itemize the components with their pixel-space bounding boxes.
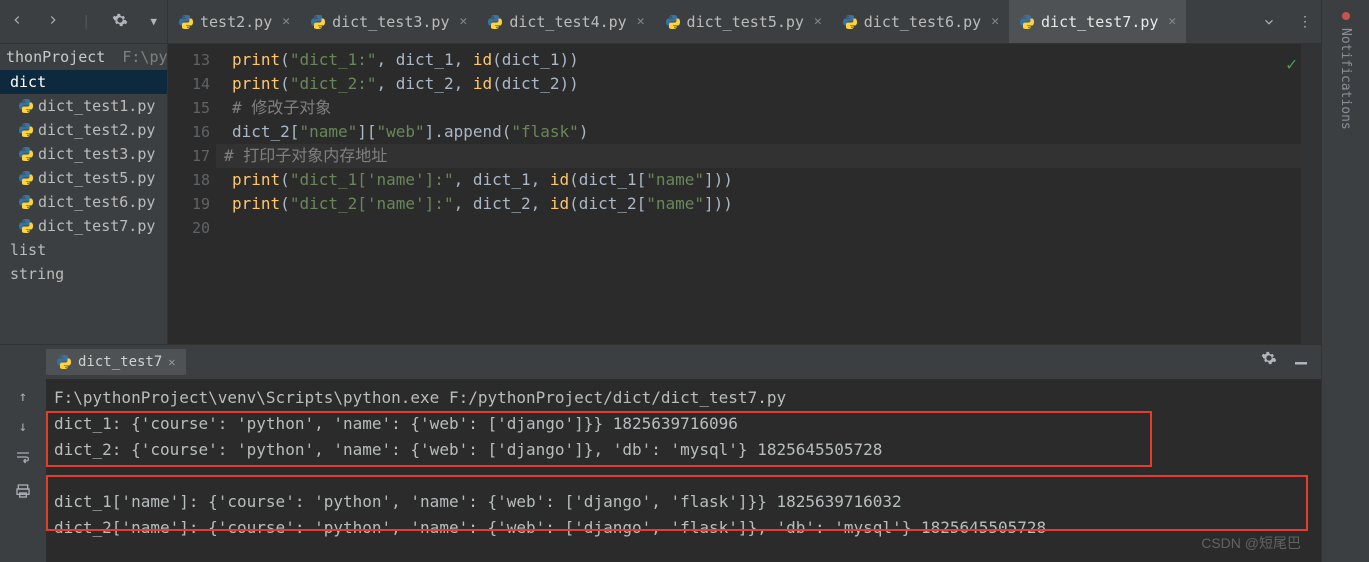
close-icon[interactable]: ✕ bbox=[987, 14, 999, 29]
close-icon[interactable]: ✕ bbox=[278, 14, 290, 29]
tree-file[interactable]: dict_test7.py bbox=[0, 214, 167, 238]
tree-file-label: dict_test2.py bbox=[38, 121, 155, 139]
tree-file-label: dict_test7.py bbox=[38, 217, 155, 235]
python-file-icon bbox=[18, 122, 34, 138]
tree-file-label: dict_test3.py bbox=[38, 145, 155, 163]
hide-panel-icon[interactable]: — bbox=[1295, 350, 1307, 374]
tab-label: dict_test4.py bbox=[509, 13, 626, 31]
console-line: dict_2['name']: {'course': 'python', 'na… bbox=[54, 515, 1313, 541]
code-line[interactable]: print("dict_1:", dict_1, id(dict_1)) bbox=[224, 48, 1301, 72]
project-sidebar: thonProject F:\pyt dict dict_test1.pydic… bbox=[0, 44, 168, 344]
divider-icon: | bbox=[82, 14, 90, 30]
console-line: dict_1: {'course': 'python', 'name': {'w… bbox=[54, 411, 1313, 437]
tree-folder-label: dict bbox=[10, 73, 46, 91]
nav-right-icon[interactable] bbox=[46, 13, 60, 31]
scroll-up-icon[interactable]: ↑ bbox=[19, 389, 27, 405]
python-file-icon bbox=[1019, 14, 1035, 30]
settings-icon[interactable] bbox=[112, 12, 128, 32]
code-line[interactable]: print("dict_2['name']:", dict_2, id(dict… bbox=[224, 192, 1301, 216]
editor-marker-stripe bbox=[1301, 44, 1321, 344]
tree-folder[interactable]: string bbox=[0, 262, 167, 286]
console-line: dict_2: {'course': 'python', 'name': {'w… bbox=[54, 437, 1313, 463]
code-area[interactable]: print("dict_1:", dict_1, id(dict_1))prin… bbox=[224, 44, 1301, 344]
console-line: dict_1['name']: {'course': 'python', 'na… bbox=[54, 489, 1313, 515]
tree-file-label: dict_test1.py bbox=[38, 97, 155, 115]
tree-file-label: dict_test5.py bbox=[38, 169, 155, 187]
editor-tab[interactable]: test2.py ✕ bbox=[168, 0, 300, 43]
inspection-ok-icon[interactable]: ✓ bbox=[1286, 54, 1297, 75]
python-file-icon bbox=[665, 14, 681, 30]
dropdown-icon[interactable]: ▼ bbox=[150, 15, 157, 28]
code-line[interactable]: print("dict_2:", dict_2, id(dict_2)) bbox=[224, 72, 1301, 96]
python-file-icon bbox=[18, 170, 34, 186]
editor-tabs: test2.py✕dict_test3.py✕dict_test4.py✕dic… bbox=[168, 0, 1249, 43]
run-action-gutter: ↑ ↓ bbox=[0, 379, 46, 562]
watermark-text: CSDN @短尾巴 bbox=[1201, 530, 1301, 556]
tree-file-label: dict_test6.py bbox=[38, 193, 155, 211]
run-tab[interactable]: dict_test7 ✕ bbox=[46, 349, 186, 375]
top-strip: | ▼ test2.py✕dict_test3.py✕dict_test4.py… bbox=[0, 0, 1321, 44]
nav-left-icon[interactable] bbox=[10, 13, 24, 31]
tree-file[interactable]: dict_test1.py bbox=[0, 94, 167, 118]
python-file-icon bbox=[487, 14, 503, 30]
code-line[interactable]: dict_2["name"]["web"].append("flask") bbox=[224, 120, 1301, 144]
notification-badge-icon[interactable] bbox=[1342, 12, 1350, 20]
run-settings-icon[interactable] bbox=[1261, 350, 1277, 374]
tree-file[interactable]: dict_test5.py bbox=[0, 166, 167, 190]
python-file-icon bbox=[18, 98, 34, 114]
python-file-icon bbox=[18, 218, 34, 234]
run-tool-window: dict_test7 ✕ — ↑ ↓ bbox=[0, 344, 1321, 562]
project-name-label: thonProject bbox=[6, 48, 105, 66]
soft-wrap-icon[interactable] bbox=[15, 449, 31, 469]
console-line: F:\pythonProject\venv\Scripts\python.exe… bbox=[54, 385, 1313, 411]
console-output[interactable]: CSDN @短尾巴 F:\pythonProject\venv\Scripts\… bbox=[46, 379, 1321, 562]
tree-folder[interactable]: list bbox=[0, 238, 167, 262]
project-root[interactable]: thonProject F:\pyt bbox=[0, 44, 167, 70]
project-path-label: F:\pyt bbox=[122, 48, 168, 66]
code-line[interactable]: print("dict_1['name']:", dict_1, id(dict… bbox=[224, 168, 1301, 192]
python-file-icon bbox=[842, 14, 858, 30]
run-tabs-bar: dict_test7 ✕ — bbox=[0, 345, 1321, 379]
tab-label: dict_test5.py bbox=[687, 13, 804, 31]
tree-file[interactable]: dict_test3.py bbox=[0, 142, 167, 166]
python-file-icon bbox=[310, 14, 326, 30]
notifications-button[interactable]: Notifications bbox=[1338, 28, 1353, 130]
close-icon[interactable]: ✕ bbox=[810, 14, 822, 29]
python-file-icon bbox=[178, 14, 194, 30]
tab-label: test2.py bbox=[200, 13, 272, 31]
tab-label: dict_test3.py bbox=[332, 13, 449, 31]
close-icon[interactable]: ✕ bbox=[1164, 14, 1176, 29]
close-icon[interactable]: ✕ bbox=[455, 14, 467, 29]
run-tab-label: dict_test7 bbox=[78, 354, 162, 370]
code-editor[interactable]: 1314151617181920 print("dict_1:", dict_1… bbox=[168, 44, 1321, 344]
right-tool-strip: Notifications bbox=[1321, 0, 1369, 562]
print-icon[interactable] bbox=[15, 483, 31, 503]
close-icon[interactable]: ✕ bbox=[633, 14, 645, 29]
scroll-down-icon[interactable]: ↓ bbox=[19, 419, 27, 435]
line-gutter: 1314151617181920 bbox=[168, 44, 224, 344]
tree-file[interactable]: dict_test2.py bbox=[0, 118, 167, 142]
tab-label: dict_test7.py bbox=[1041, 13, 1158, 31]
python-file-icon bbox=[56, 354, 72, 370]
tabs-menu-button[interactable]: ⋮ bbox=[1289, 0, 1321, 43]
editor-tab[interactable]: dict_test4.py ✕ bbox=[477, 0, 654, 43]
tree-folder-dict[interactable]: dict bbox=[0, 70, 167, 94]
console-line bbox=[54, 463, 1313, 489]
code-line[interactable] bbox=[224, 216, 1301, 240]
code-line[interactable]: # 修改子对象 bbox=[224, 96, 1301, 120]
python-file-icon bbox=[18, 194, 34, 210]
close-icon[interactable]: ✕ bbox=[168, 355, 175, 369]
tab-label: dict_test6.py bbox=[864, 13, 981, 31]
editor-tab[interactable]: dict_test7.py ✕ bbox=[1009, 0, 1186, 43]
python-file-icon bbox=[18, 146, 34, 162]
nav-icons: | ▼ bbox=[0, 0, 168, 43]
editor-tab[interactable]: dict_test3.py ✕ bbox=[300, 0, 477, 43]
tree-file[interactable]: dict_test6.py bbox=[0, 190, 167, 214]
editor-tab[interactable]: dict_test6.py ✕ bbox=[832, 0, 1009, 43]
editor-tab[interactable]: dict_test5.py ✕ bbox=[655, 0, 832, 43]
tabs-overflow-button[interactable] bbox=[1249, 0, 1289, 43]
code-line[interactable]: # 打印子对象内存地址 bbox=[216, 144, 1309, 168]
